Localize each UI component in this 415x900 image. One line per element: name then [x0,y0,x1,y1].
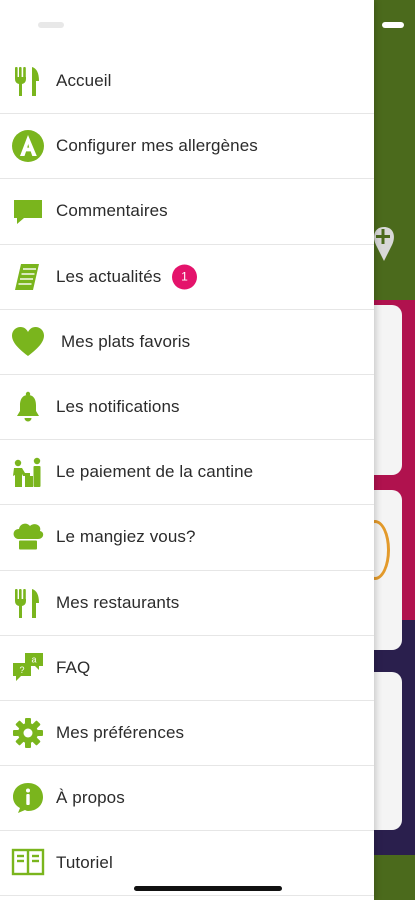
menu-item-label: Tutoriel [56,853,113,873]
menu-item-label: Accueil [56,71,112,91]
chef-hat-icon [11,520,45,554]
menu-item-mangiez[interactable]: Le mangiez vous? [0,505,374,571]
info-icon [11,781,45,815]
drawer-menu: Accueil Configurer mes allergènes Commen… [0,49,374,897]
cashier-icon [11,455,45,489]
unread-count-badge: 1 [172,264,197,290]
menu-item-notifications[interactable]: Les notifications [0,375,374,441]
background-footer [374,855,415,900]
newspaper-icon [11,260,45,294]
background-card [374,672,402,830]
navigation-drawer: Accueil Configurer mes allergènes Commen… [0,0,374,900]
fork-knife-icon [11,586,45,620]
status-bar-time [38,22,64,28]
svg-text:?: ? [19,665,24,675]
menu-item-label: Le mangiez vous? [56,527,196,547]
gear-icon [11,716,45,750]
menu-item-label: Mes plats favoris [61,331,191,351]
battery-indicator [382,22,404,28]
menu-item-a-propos[interactable]: À propos [0,766,374,832]
allergen-a-icon [11,129,45,163]
menu-item-accueil[interactable]: Accueil [0,49,374,115]
background-card [374,305,402,475]
menu-item-commentaires[interactable]: Commentaires [0,179,374,245]
location-plus-icon [374,227,394,261]
menu-item-label: Configurer mes allergènes [56,136,258,156]
tutorial-icon [11,846,45,880]
menu-item-label: Le paiement de la cantine [56,462,254,482]
menu-item-actualites[interactable]: Les actualités 1 [0,245,374,310]
menu-item-allergenes[interactable]: Configurer mes allergènes [0,114,374,180]
menu-item-label: Commentaires [56,201,168,221]
fork-knife-icon [11,64,45,98]
heart-icon [11,325,45,359]
menu-item-favoris[interactable]: Mes plats favoris [0,310,374,375]
menu-item-preferences[interactable]: Mes préférences [0,701,374,767]
menu-item-restaurants[interactable]: Mes restaurants [0,571,374,636]
menu-item-paiement[interactable]: Le paiement de la cantine [0,440,374,506]
menu-item-label: À propos [56,788,125,808]
menu-item-label: Les notifications [56,397,180,417]
menu-item-faq[interactable]: a ? FAQ [0,636,374,701]
svg-text:a: a [31,654,36,664]
bell-icon [11,390,45,424]
menu-item-label: Mes préférences [56,722,185,742]
menu-item-label: Mes restaurants [56,592,180,612]
menu-item-label: FAQ [56,657,91,677]
speech-bubble-icon [11,194,45,228]
faq-bubbles-icon: a ? [11,651,45,685]
home-indicator[interactable] [134,886,282,891]
menu-item-label: Les actualités [56,266,162,286]
